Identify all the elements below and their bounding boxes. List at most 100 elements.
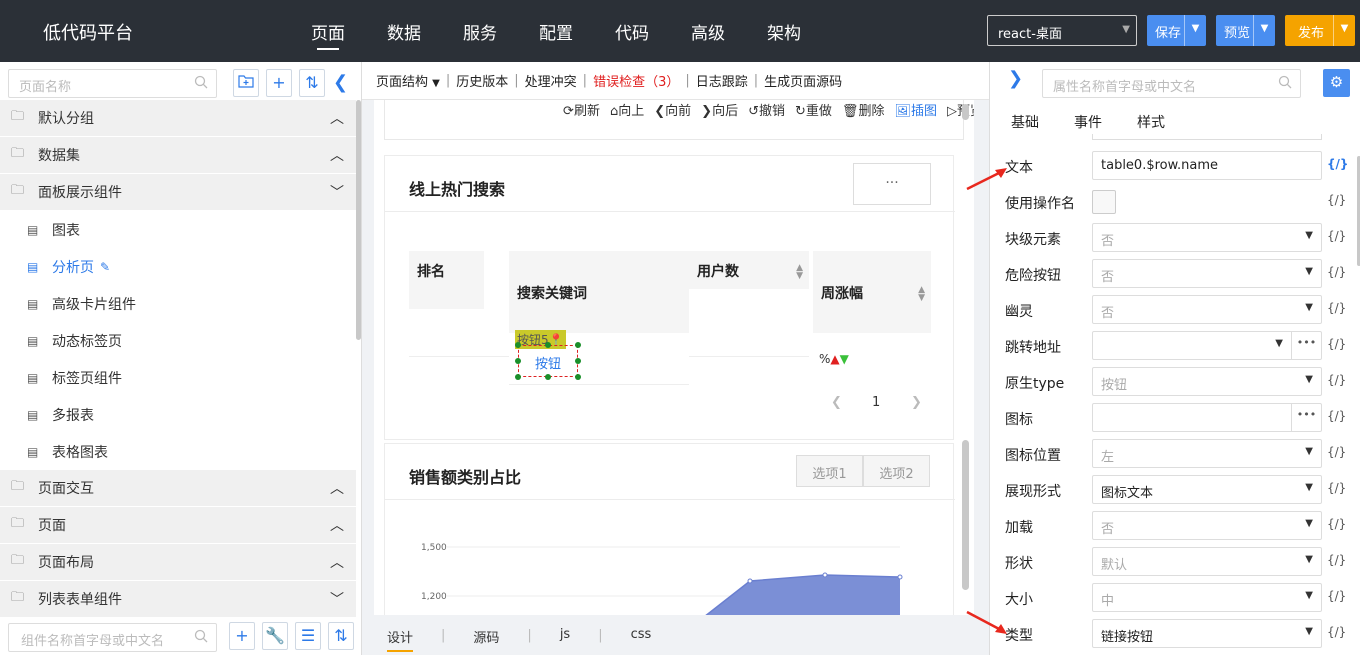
- next-page-icon[interactable]: ❯: [911, 395, 922, 410]
- text-field[interactable]: table0.$row.name: [1092, 151, 1322, 180]
- code-binding-icon[interactable]: {/}: [1327, 373, 1346, 387]
- danger-select[interactable]: 否 ▼: [1092, 259, 1322, 288]
- column-header-users[interactable]: 用户数 ▲ ▼: [689, 251, 809, 289]
- tree-item-active[interactable]: ▤ 分析页 ✎: [0, 248, 356, 285]
- redo-button[interactable]: ↻重做: [795, 100, 832, 119]
- code-binding-icon[interactable]: {/}: [1327, 517, 1346, 531]
- tree-item[interactable]: ▤ 标签页组件: [0, 359, 356, 396]
- tree-group[interactable]: 🗀 面板展示组件 ﹀: [0, 174, 356, 211]
- page-search-input[interactable]: 页面名称: [8, 69, 217, 98]
- move-up-button[interactable]: ⌂向上: [610, 100, 644, 119]
- tree-item[interactable]: ▤ 多报表: [0, 396, 356, 433]
- expand-right-icon[interactable]: ❯: [1008, 68, 1023, 89]
- component-search-input[interactable]: 组件名称首字母或中文名: [8, 623, 217, 652]
- insert-image-button[interactable]: 🖼插图: [894, 100, 937, 119]
- property-search-input[interactable]: 属性名称首字母或中文名: [1042, 69, 1301, 98]
- resize-handle[interactable]: [515, 374, 521, 380]
- column-header-rank[interactable]: 排名: [409, 251, 484, 287]
- more-button[interactable]: ···: [853, 163, 931, 205]
- use-action-name-checkbox[interactable]: [1092, 190, 1116, 214]
- more-icon[interactable]: •••: [1291, 404, 1321, 431]
- code-binding-icon[interactable]: {/}: [1327, 229, 1346, 243]
- icon-field[interactable]: •••: [1092, 403, 1322, 432]
- publish-dropdown-icon[interactable]: ▼: [1333, 15, 1355, 46]
- code-binding-icon[interactable]: {/}: [1327, 445, 1346, 459]
- tree-item[interactable]: ▤ 图表: [0, 211, 356, 248]
- collapse-left-icon[interactable]: ❮: [333, 72, 348, 93]
- error-check-button[interactable]: 错误检查（3）: [593, 71, 679, 90]
- canvas-scrollbar-top[interactable]: [962, 104, 969, 120]
- add-icon[interactable]: +: [266, 69, 292, 97]
- icon-position-select[interactable]: 左 ▼: [1092, 439, 1322, 468]
- save-button[interactable]: 保存 ▼: [1147, 15, 1206, 46]
- sort-icon[interactable]: ⇅: [328, 622, 354, 650]
- option-tab-1[interactable]: 选项1: [796, 455, 863, 487]
- page-structure-menu[interactable]: 页面结构 ▼: [376, 71, 440, 90]
- edit-icon[interactable]: ✎: [100, 260, 110, 274]
- resize-handle[interactable]: [545, 342, 551, 348]
- code-binding-icon[interactable]: {/}: [1327, 265, 1346, 279]
- list-icon[interactable]: ☰: [295, 622, 321, 650]
- wrench-icon[interactable]: 🔧: [262, 622, 288, 650]
- delete-button[interactable]: 🗑删除: [842, 100, 885, 119]
- tab-js[interactable]: js: [560, 615, 570, 655]
- code-binding-icon[interactable]: {/}: [1327, 625, 1346, 639]
- resize-handle[interactable]: [575, 358, 581, 364]
- log-trace-button[interactable]: 日志跟踪: [696, 71, 748, 90]
- tree-group[interactable]: 🗀 页面交互 ︿: [0, 470, 356, 507]
- native-type-select[interactable]: 按钮 ▼: [1092, 367, 1322, 396]
- more-icon[interactable]: •••: [1291, 332, 1321, 359]
- shape-select[interactable]: 默认 ▼: [1092, 547, 1322, 576]
- option-tab-2[interactable]: 选项2: [863, 455, 930, 487]
- tree-group[interactable]: 🗀 列表表单组件 ﹀: [0, 581, 356, 618]
- tree-item[interactable]: ▤ 动态标签页: [0, 322, 356, 359]
- preview-button[interactable]: 预览 ▼: [1216, 15, 1275, 46]
- nav-advanced[interactable]: 高级: [670, 0, 746, 62]
- resize-handle[interactable]: [545, 374, 551, 380]
- code-binding-icon[interactable]: {/}: [1327, 589, 1346, 603]
- tree-group[interactable]: 🗀 数据集 ︿: [0, 137, 356, 174]
- refresh-button[interactable]: ⟳刷新: [563, 100, 600, 119]
- publish-button[interactable]: 发布 ▼: [1285, 15, 1355, 46]
- code-binding-icon[interactable]: {/}: [1327, 553, 1346, 567]
- left-scrollbar[interactable]: [356, 100, 361, 340]
- tree-item[interactable]: ▤ 高级卡片组件: [0, 285, 356, 322]
- tab-design[interactable]: 设计: [387, 615, 414, 655]
- tab-basic[interactable]: 基础: [1011, 112, 1039, 132]
- block-select[interactable]: 否 ▼: [1092, 223, 1322, 252]
- type-select[interactable]: 链接按钮 ▼: [1092, 619, 1322, 648]
- resize-handle[interactable]: [515, 342, 521, 348]
- canvas-scrollbar[interactable]: [962, 440, 969, 590]
- generate-source-button[interactable]: 生成页面源码: [764, 71, 842, 90]
- nav-page[interactable]: 页面: [290, 0, 366, 62]
- code-binding-icon[interactable]: {/}: [1327, 193, 1346, 207]
- size-select[interactable]: 中 ▼: [1092, 583, 1322, 612]
- tree-group[interactable]: 🗀 页面布局 ︿: [0, 544, 356, 581]
- code-binding-icon[interactable]: {/}: [1327, 301, 1346, 315]
- nav-config[interactable]: 配置: [518, 0, 594, 62]
- code-binding-icon[interactable]: {/}: [1327, 337, 1346, 351]
- preview-dropdown-icon[interactable]: ▼: [1253, 15, 1275, 46]
- add-component-icon[interactable]: +: [229, 622, 255, 650]
- nav-architecture[interactable]: 架构: [746, 0, 822, 62]
- undo-button[interactable]: ↺撤销: [748, 100, 785, 119]
- tab-styles[interactable]: 样式: [1137, 112, 1165, 132]
- history-button[interactable]: 历史版本: [456, 71, 508, 90]
- resize-handle[interactable]: [575, 342, 581, 348]
- href-select[interactable]: ▼ •••: [1092, 331, 1322, 360]
- preview-canvas-button[interactable]: ▷预览: [947, 100, 974, 119]
- gear-icon[interactable]: ⚙: [1323, 69, 1350, 97]
- page-number[interactable]: 1: [872, 395, 880, 410]
- nav-code[interactable]: 代码: [594, 0, 670, 62]
- tab-css[interactable]: css: [631, 615, 652, 655]
- ghost-select[interactable]: 否 ▼: [1092, 295, 1322, 324]
- tab-source[interactable]: 源码: [473, 615, 499, 655]
- display-mode-select[interactable]: 图标文本 ▼: [1092, 475, 1322, 504]
- code-binding-icon[interactable]: {/}: [1327, 157, 1348, 171]
- move-forward-button[interactable]: ❮向前: [654, 100, 691, 119]
- code-binding-icon[interactable]: {/}: [1327, 409, 1346, 423]
- resize-handle[interactable]: [515, 358, 521, 364]
- save-dropdown-icon[interactable]: ▼: [1184, 15, 1206, 46]
- tree-group[interactable]: 🗀 页面 ︿: [0, 507, 356, 544]
- selected-link-button[interactable]: 按钮: [518, 345, 578, 377]
